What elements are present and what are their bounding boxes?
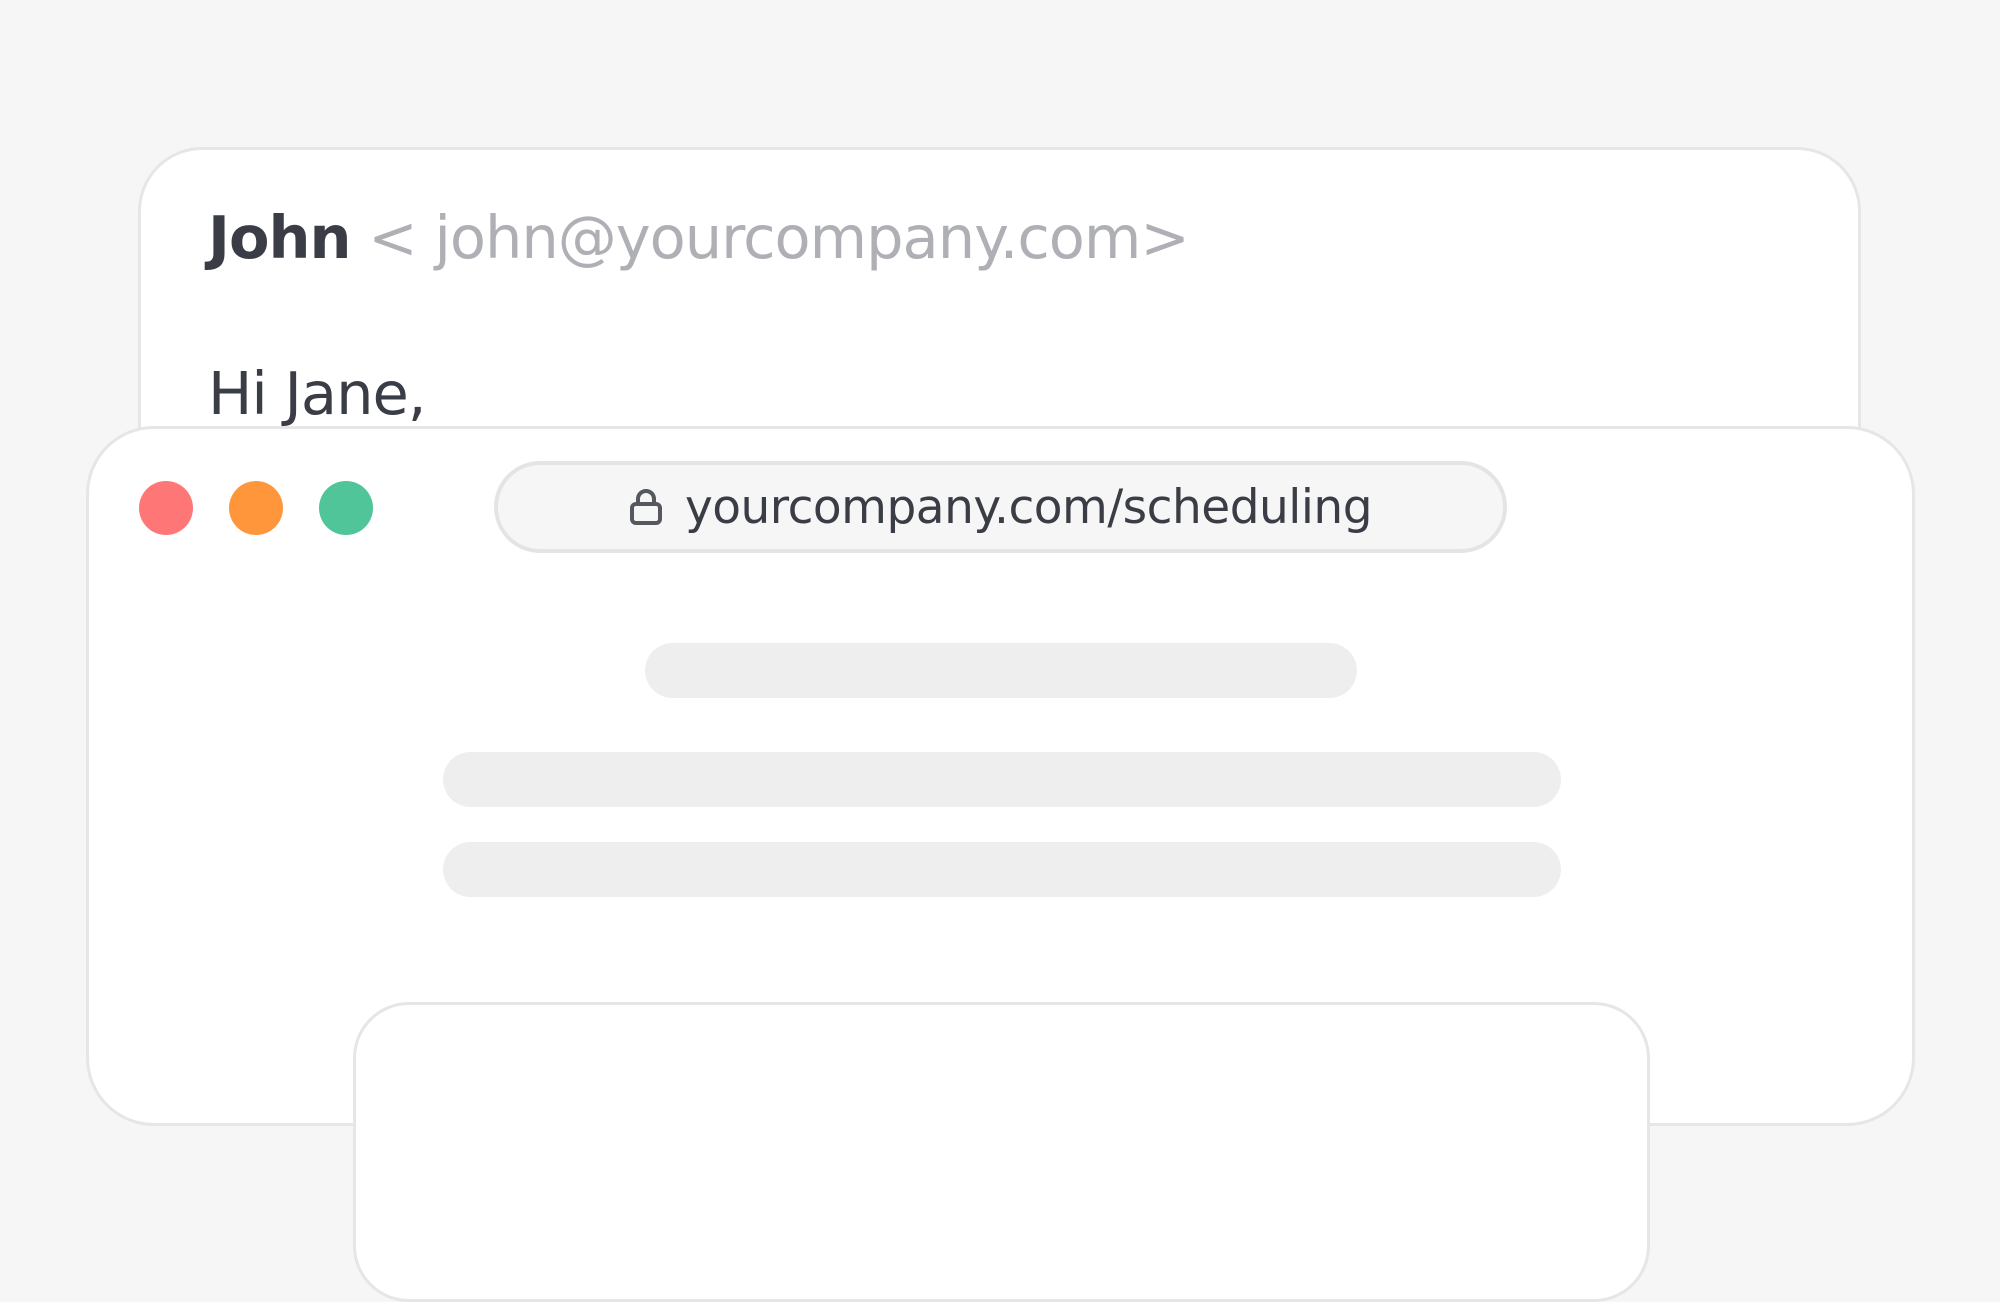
window-minimize-button[interactable] — [229, 481, 283, 535]
email-greeting: Hi Jane, — [208, 359, 427, 428]
skeleton-text-placeholder — [443, 752, 1561, 807]
address-bar[interactable]: yourcompany.com/scheduling — [494, 461, 1507, 553]
window-maximize-button[interactable] — [319, 481, 373, 535]
sender-name: John — [208, 203, 351, 272]
url-text: yourcompany.com/scheduling — [684, 479, 1373, 535]
window-close-button[interactable] — [139, 481, 193, 535]
skeleton-text-placeholder — [443, 842, 1561, 897]
browser-window: yourcompany.com/scheduling — [86, 426, 1915, 1302]
sender-address: < john@yourcompany.com> — [368, 203, 1190, 272]
skeleton-title-placeholder — [645, 643, 1357, 698]
email-from-line: John < john@yourcompany.com> — [208, 208, 1190, 267]
lock-icon — [629, 488, 663, 526]
content-card — [353, 1002, 1650, 1302]
